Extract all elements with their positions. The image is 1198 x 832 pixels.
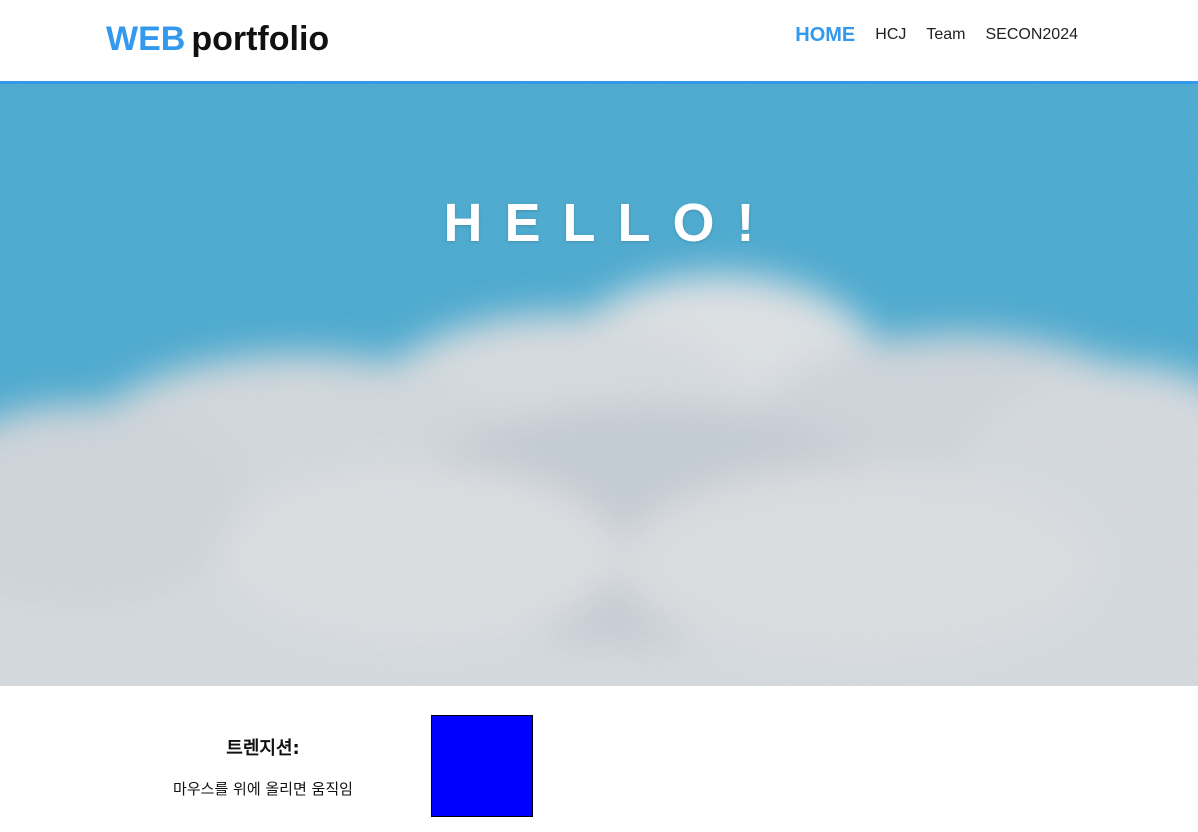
nav-item-team[interactable]: Team xyxy=(926,22,965,48)
nav-item-hcj[interactable]: HCJ xyxy=(875,22,906,48)
demo-title: 트렌지션: xyxy=(226,738,300,759)
site-logo[interactable]: WEB portfolio xyxy=(106,16,329,62)
transition-demo-section: 트렌지션: 마우스를 위에 올리면 움직임 xyxy=(0,686,1198,832)
nav-item-secon2024[interactable]: SECON2024 xyxy=(986,22,1079,48)
main-nav: HOME HCJ Team SECON2024 xyxy=(795,22,1078,48)
hero-sky-clouds-image xyxy=(0,84,1198,686)
demo-description: 마우스를 위에 올리면 움직임 xyxy=(173,780,353,798)
site-header: WEB portfolio HOME HCJ Team SECON2024 xyxy=(0,0,1198,84)
logo-text: portfolio xyxy=(191,20,330,58)
hero-title: HELLO! xyxy=(443,193,777,253)
transition-demo-box[interactable] xyxy=(431,715,533,817)
logo-accent-text: WEB xyxy=(106,20,186,58)
nav-item-home[interactable]: HOME xyxy=(795,22,855,48)
hero-banner: HELLO! xyxy=(0,84,1198,686)
